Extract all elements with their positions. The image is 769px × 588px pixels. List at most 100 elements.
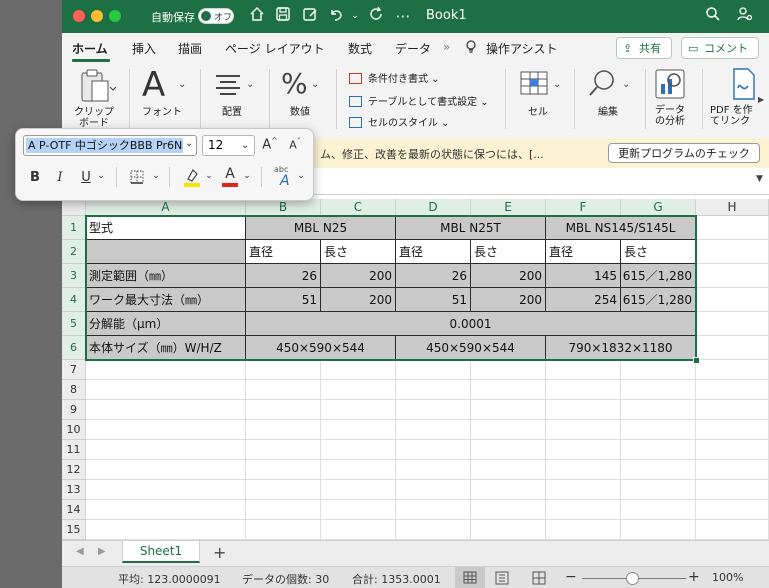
cell-b10[interactable] [246,420,321,440]
cell-a4[interactable]: ワーク最大寸法（㎜） [86,288,246,312]
cell-h13[interactable] [696,480,769,500]
cell-f4[interactable]: 254 [546,288,621,312]
cell-b1[interactable]: MBL N25 [246,216,396,240]
cell-a10[interactable] [86,420,246,440]
column-header-c[interactable]: C [321,199,396,216]
cell-d12[interactable] [396,460,471,480]
conditional-format-button[interactable]: 条件付き書式 ⌄ [349,70,440,85]
underline-button[interactable]: U [79,170,93,185]
cell-c9[interactable] [321,400,396,420]
sheet-next-icon[interactable]: ▶ [98,546,106,557]
number-dropdown-icon[interactable]: ⌄ [311,79,319,90]
zoom-out-icon[interactable]: − [565,569,577,585]
cell-b4[interactable]: 51 [246,288,321,312]
cell-e7[interactable] [471,360,546,380]
cell-b5[interactable]: 0.0001 [246,312,696,336]
cell-f13[interactable] [546,480,621,500]
column-header-f[interactable]: F [546,199,621,216]
cell-c2[interactable]: 長さ [321,240,396,264]
underline-dropdown-icon[interactable]: ⌄ [96,171,106,181]
font-icon[interactable]: A [142,65,165,105]
search-icon[interactable] [703,6,723,26]
cell-d3[interactable]: 26 [396,264,471,288]
grow-font-icon[interactable]: A^ [261,136,279,152]
cell-c11[interactable] [321,440,396,460]
tab-tell-me[interactable]: 操作アシスト [486,40,558,57]
cell-e2[interactable]: 長さ [471,240,546,264]
row-header-5[interactable]: 5 [62,312,86,336]
cell-d14[interactable] [396,500,471,520]
home-icon[interactable] [247,6,267,26]
cell-g9[interactable] [621,400,696,420]
cell-h6[interactable] [696,336,769,360]
row-header-3[interactable]: 3 [62,264,86,288]
cell-a7[interactable] [86,360,246,380]
font-size-field[interactable]: 12 ⌄ [202,135,255,156]
cell-h14[interactable] [696,500,769,520]
font-name-field[interactable]: A P-OTF 中ゴシックBBB Pr6N ⌄ [23,135,197,156]
cell-c10[interactable] [321,420,396,440]
highlight-color-icon[interactable] [183,167,201,187]
cells-icon[interactable] [519,68,549,98]
cell-h5[interactable] [696,312,769,336]
cell-f1[interactable]: MBL NS145/S145L [546,216,696,240]
cell-f15[interactable] [546,520,621,540]
cell-a13[interactable] [86,480,246,500]
cell-h2[interactable] [696,240,769,264]
cell-d7[interactable] [396,360,471,380]
cell-g4[interactable]: 615／1,280 [621,288,696,312]
row-header-4[interactable]: 4 [62,288,86,312]
row-header-11[interactable]: 11 [62,440,86,460]
cell-f6[interactable]: 790×1832×1180 [546,336,696,360]
cell-f8[interactable] [546,380,621,400]
cell-h10[interactable] [696,420,769,440]
minimize-window-button[interactable] [91,10,103,22]
formula-bar-expand-icon[interactable]: ▼ [756,174,763,184]
undo-icon[interactable] [326,6,346,26]
analyze-data-icon[interactable] [654,68,686,100]
column-header-d[interactable]: D [396,199,471,216]
cell-g13[interactable] [621,480,696,500]
font-size-dropdown-icon[interactable]: ⌄ [241,136,249,155]
cell-g15[interactable] [621,520,696,540]
cell-a9[interactable] [86,400,246,420]
close-window-button[interactable] [73,10,85,22]
more-icon[interactable]: ⋯ [393,6,413,26]
font-name-dropdown-icon[interactable]: ⌄ [185,138,193,149]
cells-dropdown-icon[interactable]: ⌄ [553,79,561,90]
cell-h12[interactable] [696,460,769,480]
percent-icon[interactable]: % [281,67,308,100]
cell-c7[interactable] [321,360,396,380]
undo-dropdown-icon[interactable]: ⌄ [345,6,365,26]
cell-e12[interactable] [471,460,546,480]
edit-dropdown-icon[interactable]: ⌄ [622,79,630,90]
row-header-10[interactable]: 10 [62,420,86,440]
cell-d9[interactable] [396,400,471,420]
cell-h7[interactable] [696,360,769,380]
cell-f12[interactable] [546,460,621,480]
column-header-h[interactable]: H [696,199,769,216]
cell-b2[interactable]: 直径 [246,240,321,264]
cell-g2[interactable]: 長さ [621,240,696,264]
cell-b8[interactable] [246,380,321,400]
borders-icon[interactable] [129,169,145,185]
cell-a14[interactable] [86,500,246,520]
cell-a6[interactable]: 本体サイズ（㎜）W/H/Z [86,336,246,360]
cell-d11[interactable] [396,440,471,460]
shrink-font-icon[interactable]: Aˇ [286,137,304,152]
cell-b11[interactable] [246,440,321,460]
column-header-e[interactable]: E [471,199,546,216]
cell-h3[interactable] [696,264,769,288]
normal-view-button[interactable] [455,567,485,588]
cell-d1[interactable]: MBL N25T [396,216,546,240]
sheet-tab-sheet1[interactable]: Sheet1 [122,541,200,563]
row-header-15[interactable]: 15 [62,520,86,540]
format-as-table-button[interactable]: テーブルとして書式設定 ⌄ [349,93,489,108]
cell-e14[interactable] [471,500,546,520]
tab-formulas[interactable]: 数式 [348,40,372,57]
cell-b3[interactable]: 26 [246,264,321,288]
row-header-6[interactable]: 6 [62,336,86,360]
cell-e4[interactable]: 200 [471,288,546,312]
column-header-a[interactable]: A [86,199,246,216]
zoom-slider-knob[interactable] [626,572,639,585]
